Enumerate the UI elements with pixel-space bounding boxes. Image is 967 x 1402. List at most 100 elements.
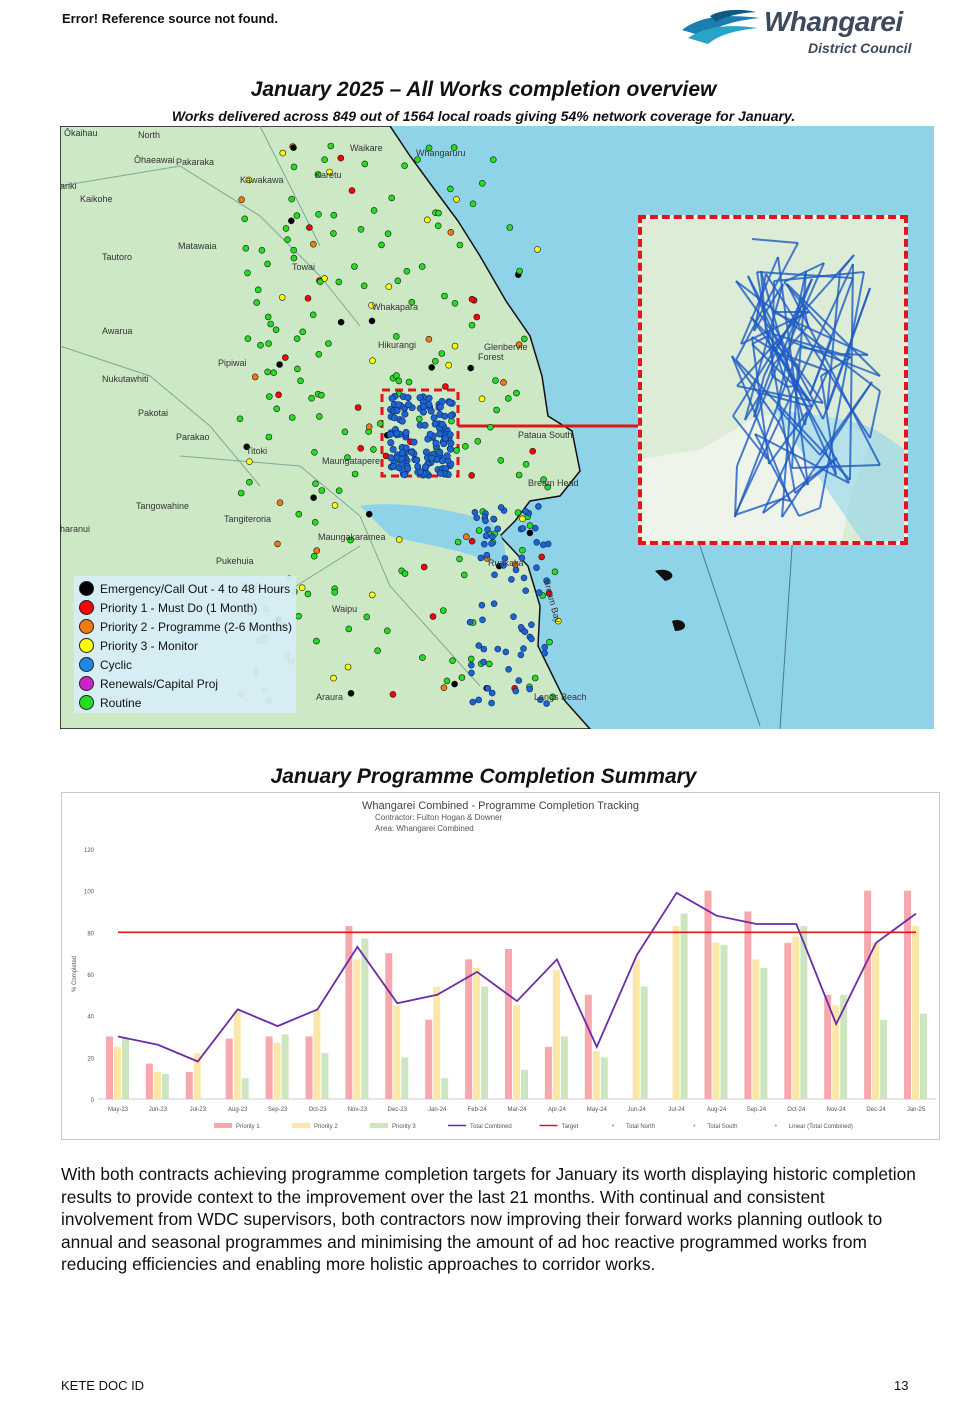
map-marker-cyclic	[488, 540, 495, 547]
map-marker	[267, 320, 274, 328]
bar-priority-3	[241, 1078, 249, 1099]
x-tick-label: Dec-24	[866, 1107, 886, 1113]
y-tick-label: 80	[87, 931, 94, 937]
bar-priority-2	[233, 1011, 241, 1099]
bar-priority-3	[401, 1057, 409, 1099]
legend-dot-icon	[79, 600, 94, 615]
map-marker	[458, 674, 466, 681]
map-marker	[327, 142, 335, 150]
map-marker-cyclic	[526, 685, 534, 693]
map-marker-cyclic	[405, 401, 413, 409]
map-marker-cyclic	[479, 616, 486, 624]
map-marker-cyclic	[482, 517, 489, 525]
place-label: Pipiwai	[218, 358, 247, 368]
map-marker	[318, 391, 325, 399]
map-marker	[489, 156, 497, 164]
map-marker	[415, 415, 423, 423]
map-marker	[485, 660, 493, 668]
legend-label: Cyclic	[100, 657, 132, 672]
map-marker	[331, 502, 339, 509]
chart-section-title: January Programme Completion Summary	[270, 765, 697, 788]
map-marker-cyclic	[398, 455, 406, 463]
map-marker	[453, 196, 460, 203]
map-marker-cyclic	[436, 403, 444, 411]
map-marker	[309, 311, 317, 319]
map-marker	[393, 372, 400, 379]
place-label: Maungakaramea	[318, 532, 386, 542]
map-marker-cyclic	[430, 414, 438, 422]
map-marker-cyclic	[539, 541, 547, 549]
map-marker-cyclic	[386, 430, 394, 438]
map-marker-cyclic	[510, 613, 517, 621]
bar-priority-1	[185, 1071, 193, 1099]
place-label: Ōkaihau	[64, 128, 98, 138]
map-marker-cyclic	[488, 689, 496, 697]
map-marker	[311, 518, 319, 526]
map-marker	[443, 677, 451, 685]
map-marker	[492, 377, 499, 384]
map-marker-cyclic	[389, 445, 397, 453]
map-marker-cyclic	[505, 665, 512, 673]
map-marker	[315, 413, 323, 420]
legend-label: Routine	[100, 695, 142, 710]
legend-item: Renewals/Capital Proj	[74, 674, 296, 693]
legend-label: Priority 1 - Must Do (1 Month)	[100, 600, 258, 615]
map-marker-cyclic	[489, 533, 496, 540]
map-marker-cyclic	[387, 439, 395, 447]
legend-item: Priority 1 - Must Do (1 Month)	[74, 598, 296, 617]
y-tick-label: 100	[84, 890, 95, 896]
map-marker	[357, 226, 365, 233]
map-marker	[469, 200, 477, 208]
place-label: Pukehuia	[216, 556, 254, 566]
place-label: Whangaruru	[416, 148, 466, 158]
map-marker	[361, 160, 369, 168]
map-marker	[419, 654, 426, 661]
map-marker	[264, 313, 272, 321]
x-tick-label: Oct-23	[308, 1107, 327, 1113]
map-marker	[440, 684, 448, 692]
map-marker	[290, 144, 297, 152]
map-marker	[454, 538, 462, 546]
map-marker	[313, 547, 321, 554]
bar-priority-1	[544, 1046, 552, 1099]
bar-priority-1	[505, 949, 512, 1099]
x-tick-label: Apr-24	[548, 1107, 567, 1113]
map-marker	[429, 613, 437, 620]
map-marker-cyclic	[522, 587, 530, 595]
map-marker	[456, 241, 464, 249]
map-marker	[354, 404, 362, 411]
map-marker-cyclic	[436, 430, 444, 438]
legend-dot-icon	[79, 581, 94, 596]
x-tick-label: Oct-24	[787, 1107, 806, 1113]
completion-chart: Whangarei Combined - Programme Completio…	[61, 792, 940, 1140]
map-marker-cyclic	[475, 642, 483, 649]
x-tick-label: Aug-24	[707, 1107, 727, 1113]
map-marker	[306, 224, 313, 231]
map-marker	[275, 391, 282, 399]
place-label: Bream Head	[528, 478, 579, 488]
map-marker	[258, 247, 266, 254]
map-marker	[434, 222, 442, 230]
map-marker	[264, 368, 271, 376]
bar-priority-3	[920, 1013, 927, 1099]
map-marker-cyclic	[425, 394, 433, 402]
map-marker	[462, 442, 469, 450]
map-marker-cyclic	[467, 661, 475, 669]
map-marker-cyclic	[387, 454, 395, 462]
map-marker	[310, 552, 318, 560]
map-marker	[284, 236, 291, 243]
map-marker-cyclic	[484, 684, 492, 692]
map-marker	[310, 494, 317, 502]
map-marker	[467, 655, 475, 663]
map-marker	[318, 487, 326, 494]
legend-dot-icon	[79, 619, 94, 634]
map-marker-cyclic	[471, 508, 479, 516]
legend-dot-icon	[79, 657, 94, 672]
place-label: Kaikohe	[80, 194, 113, 204]
map-inset-zoom	[638, 215, 908, 545]
map-marker-cyclic	[413, 456, 421, 464]
map-marker-cyclic	[508, 576, 515, 583]
bar-priority-3	[880, 1019, 888, 1099]
map-marker	[345, 625, 353, 633]
place-label: Tangiteroria	[224, 514, 272, 524]
